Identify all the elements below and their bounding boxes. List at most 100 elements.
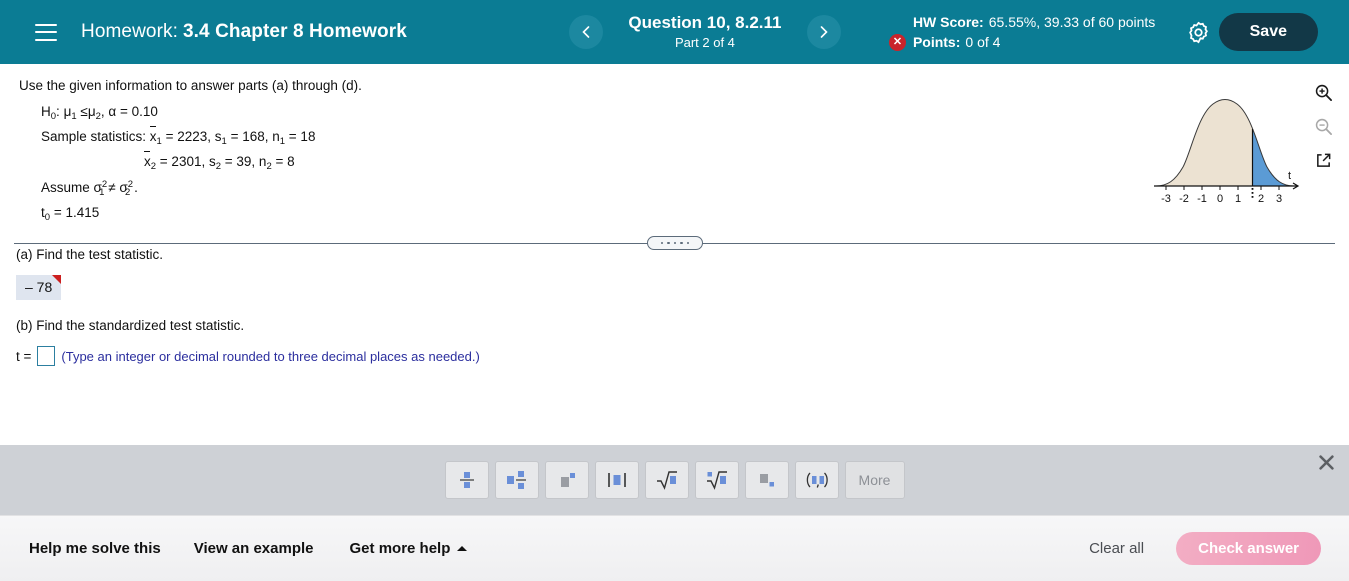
divider-drag-handle[interactable] <box>647 236 703 250</box>
tick-label: 2 <box>1258 193 1264 205</box>
ordered-pair-button[interactable] <box>794 461 839 499</box>
alpha-value: , α = 0.10 <box>100 104 158 119</box>
axis-arrow-right-icon <box>1291 182 1300 190</box>
hw-score-value: 65.55%, 39.33 of 60 points <box>988 13 1156 30</box>
clear-all-button[interactable]: Clear all <box>1089 540 1144 557</box>
sample-prefix: Sample statistics: <box>41 129 150 144</box>
neq-sign: ≠ <box>104 180 120 195</box>
s1-value: = 168, <box>226 129 273 144</box>
homework-name: 3.4 Chapter 8 Homework <box>182 21 407 42</box>
drag-dot-icon <box>667 241 670 245</box>
s2: s <box>208 154 216 169</box>
t-curve-svg: -3 -2 -1 0 1 2 3 t <box>1154 99 1300 205</box>
part-a-answer-value: – 78 <box>25 279 53 295</box>
question-part: Part 2 of 4 <box>674 34 735 50</box>
settings-button[interactable] <box>1186 20 1211 45</box>
tick-label: 3 <box>1276 193 1282 205</box>
ordered-pair-icon <box>806 472 828 488</box>
points-label: Points: <box>912 34 961 50</box>
help-me-solve-this-link[interactable]: Help me solve this <box>29 540 161 557</box>
chevron-left-icon <box>582 26 590 38</box>
menu-hamburger-icon[interactable] <box>35 23 57 41</box>
critical-dotted-marker <box>1251 188 1254 198</box>
x-axis-label: t <box>1288 170 1291 182</box>
sample-statistics-line-1: Sample statistics: x1 = 2223, s1 = 168, … <box>41 126 316 147</box>
get-more-help-label: Get more help <box>349 540 451 557</box>
open-in-new-window-button[interactable] <box>1308 145 1338 175</box>
exponent-icon <box>560 473 575 487</box>
score-summary: HW Score: 65.55%, 39.33 of 60 points ✕ P… <box>888 12 1155 53</box>
n1: n <box>272 129 280 144</box>
zoom-out-icon <box>1315 118 1332 135</box>
mixed-number-button[interactable] <box>494 461 539 499</box>
points-value: 0 of 4 <box>965 34 1001 50</box>
part-b-prefix: t = <box>16 348 32 364</box>
drag-dot-icon <box>660 241 664 245</box>
x1-value: = 2223, <box>161 129 215 144</box>
hypothesis-line: H0: μ1 ≤μ2, α = 0.10 <box>41 104 315 122</box>
math-palette-toolbar: More <box>0 445 1349 515</box>
answer-area: (a) Find the test statistic. – 78 (b) Fi… <box>16 247 480 366</box>
t-distribution-chart: -3 -2 -1 0 1 2 3 t <box>1151 89 1301 207</box>
assume-period: . <box>130 180 138 195</box>
mu2: μ <box>87 104 96 119</box>
homework-title: Homework: 3.4 Chapter 8 Homework <box>81 21 407 43</box>
tick-label: -1 <box>1197 193 1207 205</box>
incorrect-x-icon: ✕ <box>888 33 906 51</box>
leq-sign: ≤ <box>80 104 88 119</box>
part-a-question: (a) Find the test statistic. <box>16 247 164 262</box>
x-bar-1: x <box>149 126 157 144</box>
h0-label: H <box>41 104 51 119</box>
s1: s <box>214 129 222 144</box>
h0-colon: : <box>56 104 64 119</box>
given-information: H0: μ1 ≤μ2, α = 0.10 Sample statistics: … <box>41 104 315 230</box>
tick-label: -2 <box>1179 193 1189 205</box>
x2-value: = 2301, <box>156 154 209 169</box>
assume-prefix: Assume <box>41 180 94 195</box>
previous-question-button[interactable] <box>568 15 603 49</box>
close-math-toolbar-button[interactable] <box>1313 449 1339 475</box>
zoom-in-button[interactable] <box>1308 77 1338 107</box>
assume-line: Assume σ21 ≠ σ22 . <box>41 179 315 198</box>
nth-root-button[interactable] <box>694 461 739 499</box>
next-question-button[interactable] <box>806 15 841 49</box>
question-body: Use the given information to answer part… <box>0 64 1349 445</box>
close-x-icon <box>1318 454 1334 470</box>
question-info: Question 10, 8.2.11 Part 2 of 4 <box>625 13 785 50</box>
n2-value: = 8 <box>271 154 295 169</box>
caret-up-icon <box>457 546 468 551</box>
x-tick-labels: -3 -2 -1 0 1 2 3 <box>1161 193 1282 205</box>
exponent-button[interactable] <box>544 461 589 499</box>
hw-score-row: HW Score: 65.55%, 39.33 of 60 points <box>889 12 1155 32</box>
curve-body-fill <box>1156 99 1253 186</box>
mu1-sub: 1 <box>71 111 77 122</box>
view-an-example-link[interactable]: View an example <box>194 540 314 557</box>
part-b-question: (b) Find the standardized test statistic… <box>16 318 245 333</box>
part-b-answer-input[interactable] <box>37 346 56 366</box>
n1-value: = 18 <box>285 129 316 144</box>
zoom-in-icon <box>1315 84 1332 101</box>
part-a-answer-box[interactable]: – 78 <box>16 275 62 300</box>
subscript-button[interactable] <box>744 461 789 499</box>
check-answer-button[interactable]: Check answer <box>1176 532 1321 565</box>
absolute-value-button[interactable] <box>594 461 639 499</box>
chevron-right-icon <box>820 26 828 38</box>
nth-root-icon <box>706 471 727 490</box>
question-prompt: Use the given information to answer part… <box>19 78 362 93</box>
tick-label: 0 <box>1217 193 1223 205</box>
gear-icon <box>1188 21 1208 43</box>
sample-statistics-line-2: x2 = 2301, s2 = 39, n2 = 8 <box>144 151 315 172</box>
drag-dot-icon <box>680 241 683 245</box>
save-button[interactable]: Save <box>1218 13 1318 51</box>
s2-value: = 39, <box>221 154 259 169</box>
get-more-help-link[interactable]: Get more help <box>350 540 468 557</box>
more-button[interactable]: More <box>844 461 905 499</box>
app-header: Homework: 3.4 Chapter 8 Homework Question… <box>0 0 1349 64</box>
points-row: ✕ Points: 0 of 4 <box>888 32 1155 52</box>
fraction-button[interactable] <box>444 461 489 499</box>
zoom-out-button[interactable] <box>1308 111 1338 141</box>
drag-dot-icon <box>686 241 690 245</box>
subscript-icon <box>759 474 774 487</box>
t0-line: t0 = 1.415 <box>41 205 315 223</box>
square-root-button[interactable] <box>644 461 689 499</box>
